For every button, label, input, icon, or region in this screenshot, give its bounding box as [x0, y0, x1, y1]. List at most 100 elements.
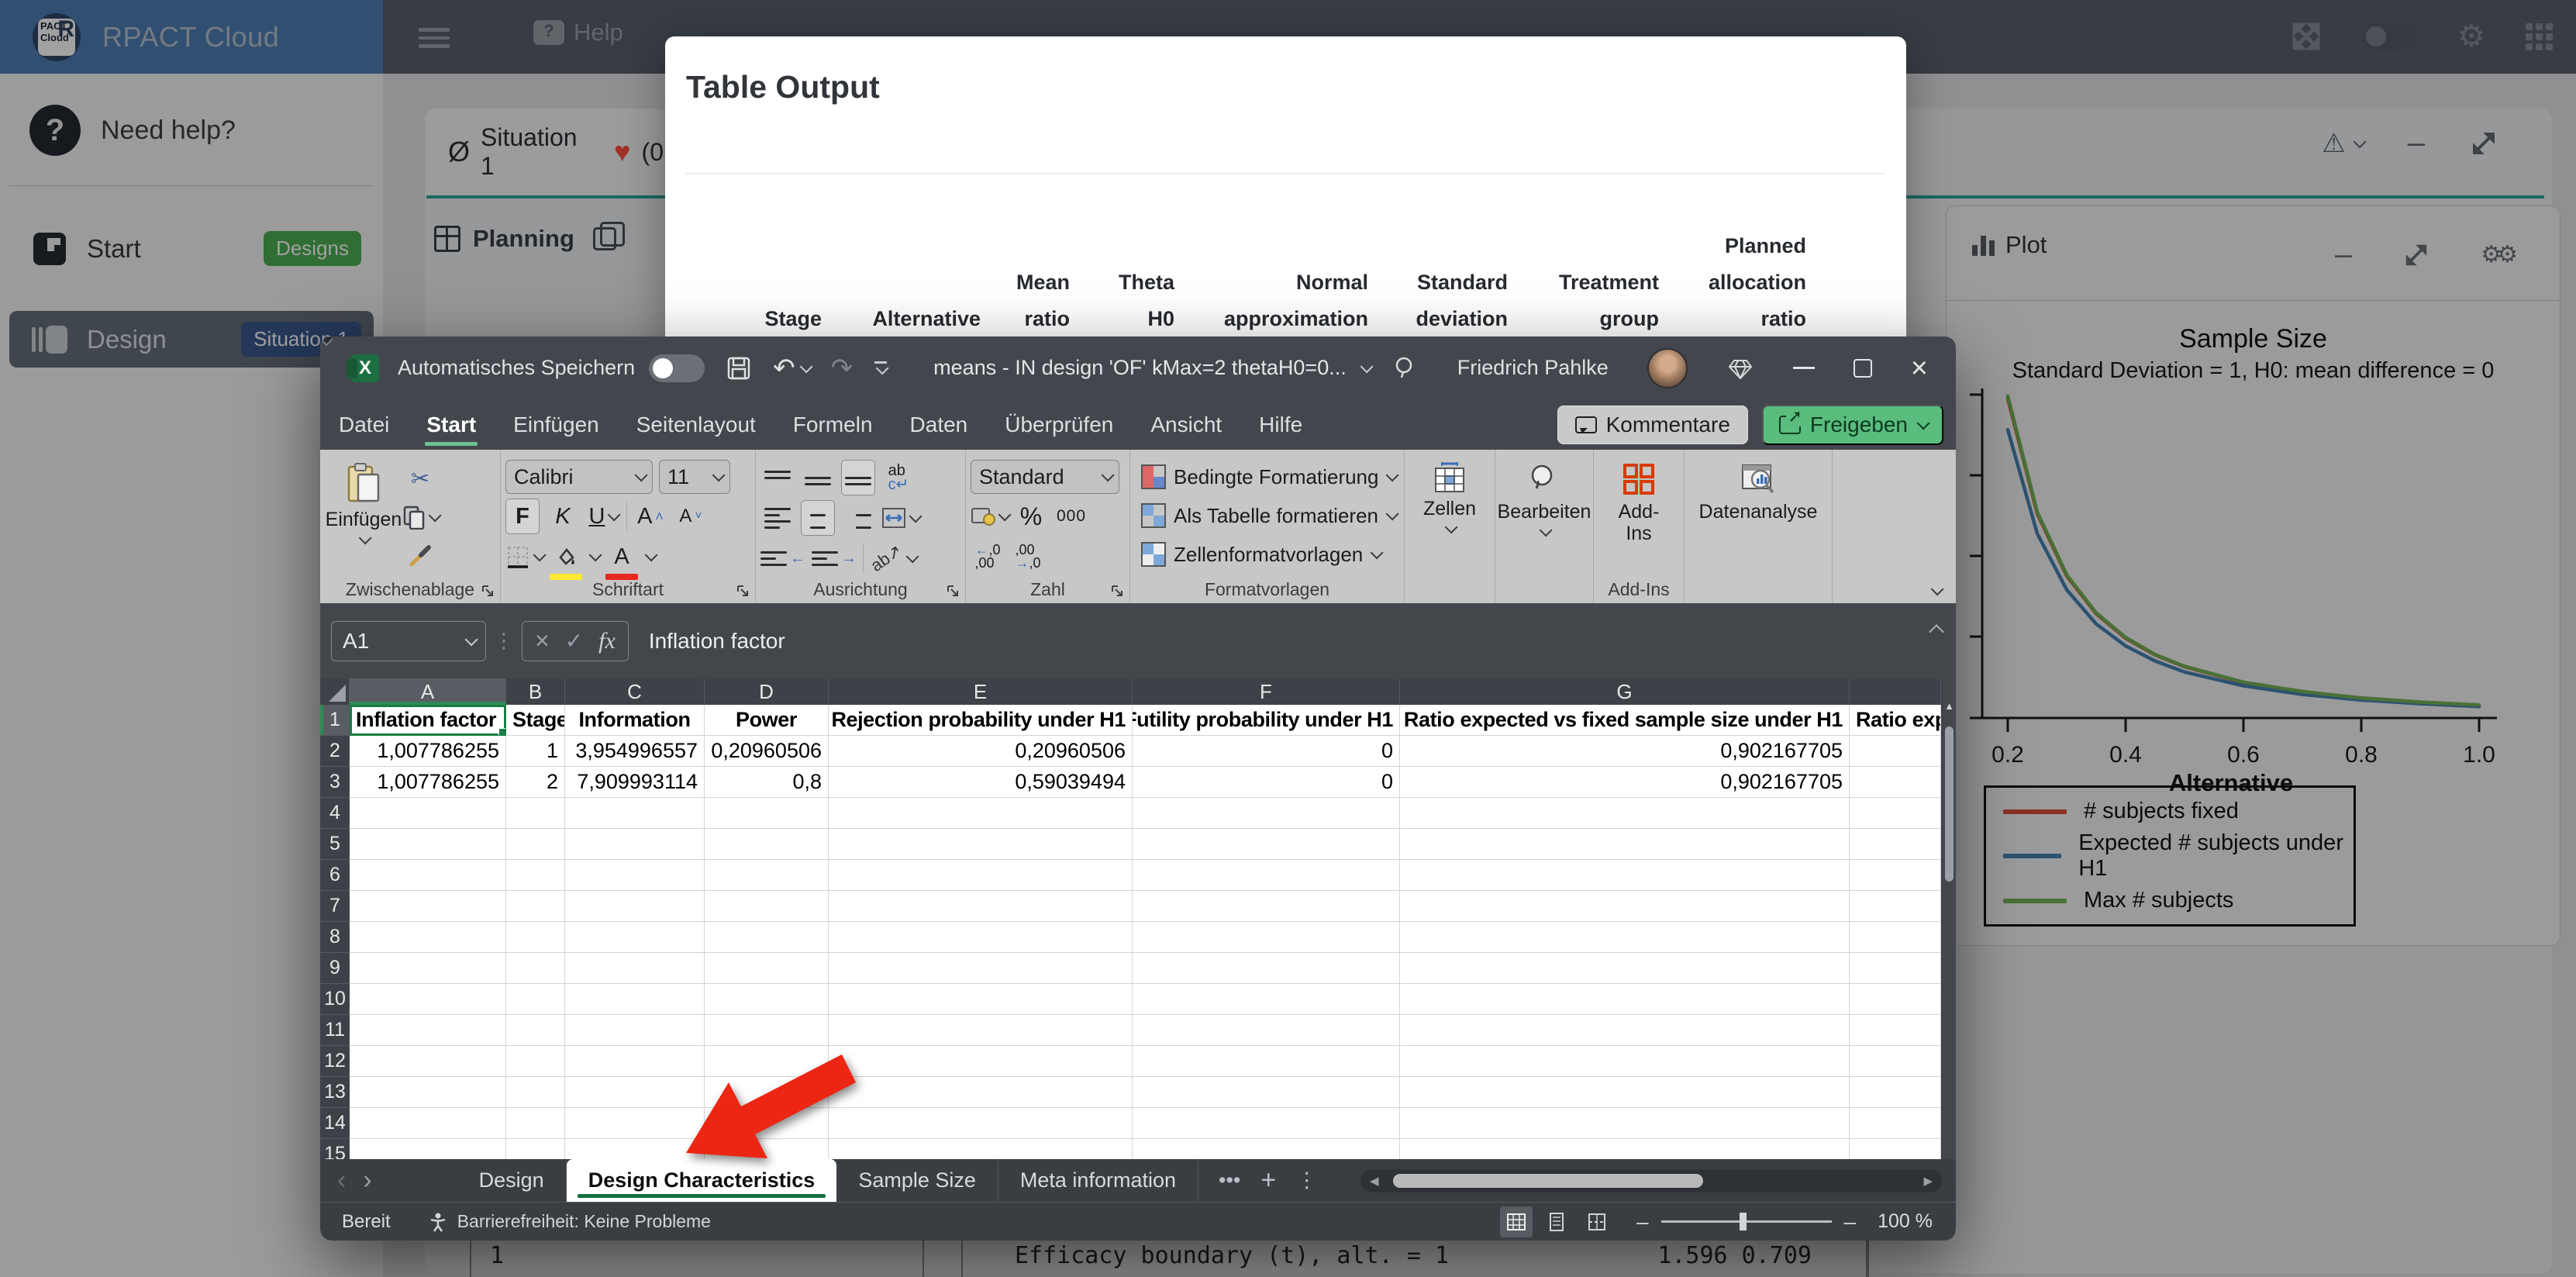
ribbon-tab[interactable]: Überprüfen: [986, 399, 1132, 450]
cell[interactable]: Power: [705, 705, 829, 736]
fill-color-button[interactable]: [549, 539, 583, 580]
underline-button[interactable]: U: [586, 499, 622, 534]
add-sheet-button[interactable]: +: [1260, 1165, 1276, 1196]
cell[interactable]: 0,902167705: [1400, 736, 1850, 767]
row-header[interactable]: 13: [320, 1077, 350, 1108]
sheet-nav-left-icon[interactable]: ‹: [337, 1165, 346, 1196]
zoom-in-button[interactable]: –: [1844, 1210, 1857, 1234]
cell[interactable]: [350, 1108, 506, 1139]
cell[interactable]: [506, 860, 565, 891]
cell[interactable]: [1400, 1046, 1850, 1077]
cell[interactable]: [1400, 1015, 1850, 1046]
thousands-format-button[interactable]: 000: [1054, 499, 1088, 534]
more-sheets-icon[interactable]: •••: [1219, 1168, 1240, 1192]
cell[interactable]: [1850, 798, 1941, 829]
cell[interactable]: 3,954996557: [565, 736, 705, 767]
sheet-menu-icon[interactable]: ⋮: [1296, 1168, 1317, 1192]
cell[interactable]: [350, 1139, 506, 1159]
cell[interactable]: [1850, 1077, 1941, 1108]
maximize-window-button[interactable]: [1853, 358, 1872, 378]
align-center-button[interactable]: [801, 500, 835, 536]
cell[interactable]: [1400, 922, 1850, 953]
cell[interactable]: [350, 829, 506, 860]
cell[interactable]: 0: [1133, 736, 1400, 767]
cell[interactable]: [1850, 1108, 1941, 1139]
cell[interactable]: [829, 829, 1133, 860]
align-middle-button[interactable]: [801, 460, 835, 495]
confirm-entry-icon[interactable]: ✓: [565, 628, 583, 654]
cell[interactable]: [1133, 891, 1400, 922]
normal-view-button[interactable]: [1499, 1206, 1533, 1237]
cell[interactable]: [1400, 829, 1850, 860]
cell[interactable]: [350, 1077, 506, 1108]
increase-indent-button[interactable]: →: [812, 540, 857, 576]
cell[interactable]: 0: [1133, 767, 1400, 798]
addins-button[interactable]: Add- Ins: [1598, 457, 1679, 577]
percent-format-button[interactable]: %: [1014, 499, 1048, 534]
zoom-out-button[interactable]: –: [1636, 1210, 1649, 1234]
sheet-tab[interactable]: Design: [457, 1159, 567, 1202]
cell[interactable]: [1400, 1077, 1850, 1108]
user-avatar[interactable]: [1647, 347, 1688, 388]
wrap-text-button[interactable]: ab c↵: [881, 460, 916, 495]
cell[interactable]: 0,59039494: [829, 767, 1133, 798]
font-size-select[interactable]: 11: [659, 460, 730, 494]
page-break-view-button[interactable]: [1581, 1206, 1613, 1237]
increase-font-button[interactable]: A ˄: [633, 499, 667, 534]
collapse-formula-bar-icon[interactable]: [1929, 624, 1944, 640]
ribbon-tab[interactable]: Hilfe: [1240, 399, 1321, 450]
row-header[interactable]: 15: [320, 1139, 350, 1159]
column-header[interactable]: F: [1133, 678, 1400, 705]
cell[interactable]: 1: [506, 736, 565, 767]
cell[interactable]: [1400, 984, 1850, 1015]
align-left-button[interactable]: [760, 500, 795, 536]
cell[interactable]: [1133, 1015, 1400, 1046]
cell[interactable]: [565, 922, 705, 953]
decrease-decimal-button[interactable]: ,00 →,0: [1011, 539, 1045, 575]
redo-button[interactable]: ↷: [320, 337, 853, 384]
ribbon-tab[interactable]: Einfügen: [495, 399, 618, 450]
column-header[interactable]: G: [1400, 678, 1850, 705]
cell[interactable]: [1133, 953, 1400, 984]
cell[interactable]: [350, 798, 506, 829]
vertical-scroll-thumb[interactable]: [1945, 727, 1954, 882]
cell[interactable]: Inflation factor: [350, 705, 506, 736]
formula-value[interactable]: Inflation factor: [649, 629, 785, 654]
cell[interactable]: Stage: [506, 705, 565, 736]
row-header[interactable]: 3: [320, 767, 350, 798]
cell[interactable]: [565, 891, 705, 922]
italic-button[interactable]: K: [546, 499, 580, 534]
cut-button[interactable]: ✂: [402, 461, 438, 496]
dialog-launcher-icon[interactable]: [1111, 585, 1124, 598]
align-right-button[interactable]: [841, 500, 875, 536]
copy-button[interactable]: [402, 499, 442, 535]
cell[interactable]: [1133, 1046, 1400, 1077]
row-header[interactable]: 7: [320, 891, 350, 922]
formula-bar-handle[interactable]: ⋮: [494, 629, 514, 653]
row-header[interactable]: 2: [320, 736, 350, 767]
cell[interactable]: [1850, 1046, 1941, 1077]
sheet-tab[interactable]: Meta information: [998, 1159, 1198, 1202]
cell[interactable]: [350, 1046, 506, 1077]
collapse-ribbon-icon[interactable]: [1930, 582, 1944, 596]
dialog-launcher-icon[interactable]: [481, 585, 495, 598]
cell[interactable]: [506, 1108, 565, 1139]
cell[interactable]: 2: [506, 767, 565, 798]
cell[interactable]: [565, 953, 705, 984]
cell[interactable]: [506, 922, 565, 953]
row-header[interactable]: 6: [320, 860, 350, 891]
cell[interactable]: [1850, 953, 1941, 984]
cell[interactable]: 0,902167705: [1400, 767, 1850, 798]
cell[interactable]: [1850, 891, 1941, 922]
cell[interactable]: [1400, 891, 1850, 922]
cell[interactable]: [1133, 1108, 1400, 1139]
cell[interactable]: Futility probability under H1: [1133, 705, 1400, 736]
cell[interactable]: [705, 798, 829, 829]
cell[interactable]: 0,20960506: [705, 736, 829, 767]
cell[interactable]: [506, 953, 565, 984]
cell[interactable]: [506, 1139, 565, 1159]
select-all-corner[interactable]: [320, 678, 350, 705]
zoom-slider-thumb[interactable]: [1739, 1213, 1747, 1230]
format-painter-button[interactable]: [402, 538, 438, 574]
row-header[interactable]: 4: [320, 798, 350, 829]
